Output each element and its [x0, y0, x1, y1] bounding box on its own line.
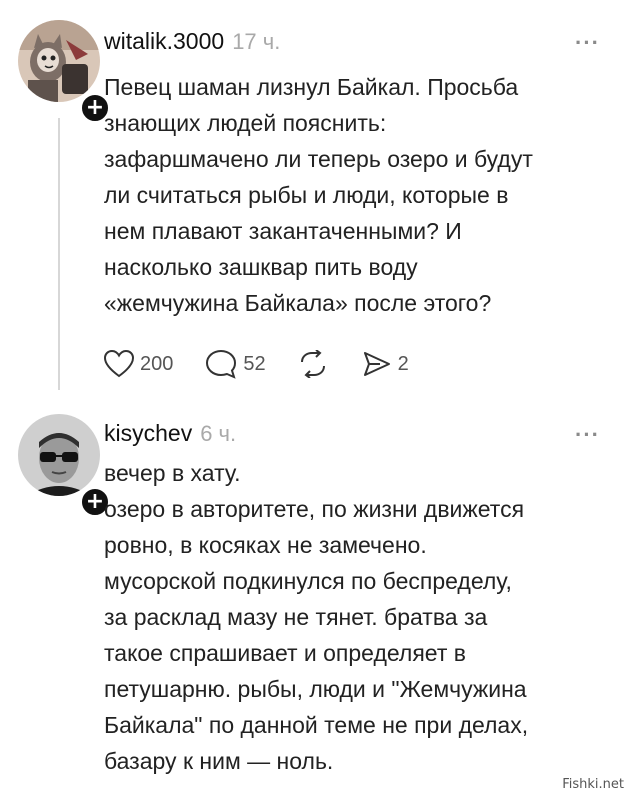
like-count: 200 — [140, 352, 174, 375]
post-actions: 200 52 2 — [104, 347, 441, 381]
send-icon — [363, 352, 390, 376]
avatar[interactable] — [18, 414, 100, 496]
username[interactable]: kisychev — [104, 420, 192, 447]
share-count: 2 — [397, 352, 409, 375]
share-button[interactable]: 2 — [362, 350, 409, 378]
avatar[interactable] — [18, 20, 100, 102]
post-witalik: + witalik.3000 17 ч. ··· Певец шаман лиз… — [0, 0, 630, 400]
post-header: kisychev 6 ч. — [104, 420, 236, 447]
like-button[interactable]: 200 — [104, 350, 173, 378]
comment-button[interactable]: 52 — [205, 349, 266, 379]
post-text: вечер в хату. озеро в авторитете, по жиз… — [104, 460, 529, 774]
post-header: witalik.3000 17 ч. — [104, 28, 280, 55]
repost-button[interactable] — [298, 350, 328, 378]
repost-icon — [300, 350, 325, 378]
avatar-image — [18, 414, 100, 496]
comment-count: 52 — [243, 352, 266, 375]
avatar-container[interactable]: + — [14, 410, 111, 518]
thread-line — [58, 118, 60, 390]
timestamp: 17 ч. — [232, 29, 281, 54]
more-options-button[interactable]: ··· — [575, 422, 600, 448]
timestamp: 6 ч. — [200, 421, 237, 446]
watermark: Fishki.net — [562, 777, 624, 792]
post-text: Певец шаман лизнул Байкал. Просьба знающ… — [104, 74, 533, 316]
avatar-image — [18, 20, 100, 102]
heart-icon — [104, 350, 134, 378]
post-kisychev: + kisychev 6 ч. ··· вечер в хату. озеро … — [0, 400, 630, 800]
avatar-container[interactable]: + — [14, 16, 111, 124]
username[interactable]: witalik.3000 — [104, 28, 224, 55]
more-options-button[interactable]: ··· — [575, 30, 600, 56]
comment-bubble-icon — [206, 349, 237, 379]
